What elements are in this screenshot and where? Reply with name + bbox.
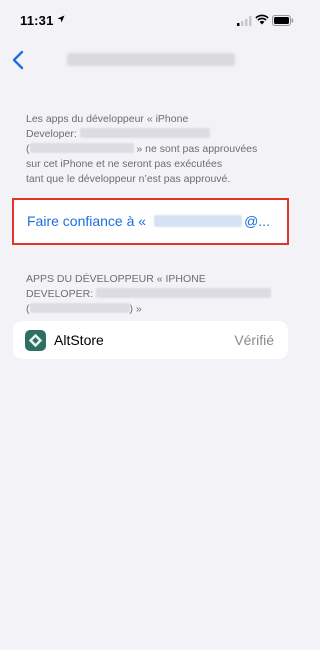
altstore-app-icon	[25, 330, 46, 351]
battery-icon	[272, 15, 294, 26]
trust-developer-button[interactable]: Faire confiance à « @...	[27, 211, 270, 231]
status-time: 11:31	[20, 13, 54, 28]
navigation-bar	[0, 40, 300, 80]
page-title-redacted	[67, 53, 235, 66]
info-line: Les apps du développeur « iPhone	[26, 113, 189, 125]
info-line: ( » ne sont pas approuvées	[26, 143, 258, 155]
chevron-left-icon	[12, 50, 24, 70]
section-line: DEVELOPER:	[26, 287, 276, 302]
info-line: Developer:	[26, 127, 276, 142]
redacted-text	[96, 288, 272, 298]
app-name: AltStore	[54, 332, 104, 348]
location-arrow-icon	[57, 15, 65, 23]
redacted-text	[79, 128, 210, 138]
app-verification-status: Vérifié	[234, 332, 274, 348]
back-button[interactable]	[6, 46, 30, 74]
wifi-icon	[255, 14, 269, 25]
section-line: APPS DU DÉVELOPPEUR « IPHONE	[26, 273, 206, 285]
section-header: APPS DU DÉVELOPPEUR « IPHONE DEVELOPER: …	[26, 272, 276, 317]
redacted-text	[29, 143, 134, 153]
app-row-altstore[interactable]: AltStore Vérifié	[13, 321, 288, 359]
diamond-logo-icon	[28, 333, 43, 348]
cellular-signal-icon	[237, 16, 252, 26]
section-line: () »	[26, 303, 142, 315]
info-line: tant que le développeur n’est pas approu…	[26, 173, 231, 185]
redacted-text	[154, 215, 243, 227]
trust-info-text: Les apps du développeur « iPhone Develop…	[26, 112, 276, 187]
status-bar: 11:31	[0, 0, 300, 40]
redacted-text	[29, 303, 130, 313]
info-line: sur cet iPhone et ne seront pas exécutée…	[26, 158, 223, 170]
